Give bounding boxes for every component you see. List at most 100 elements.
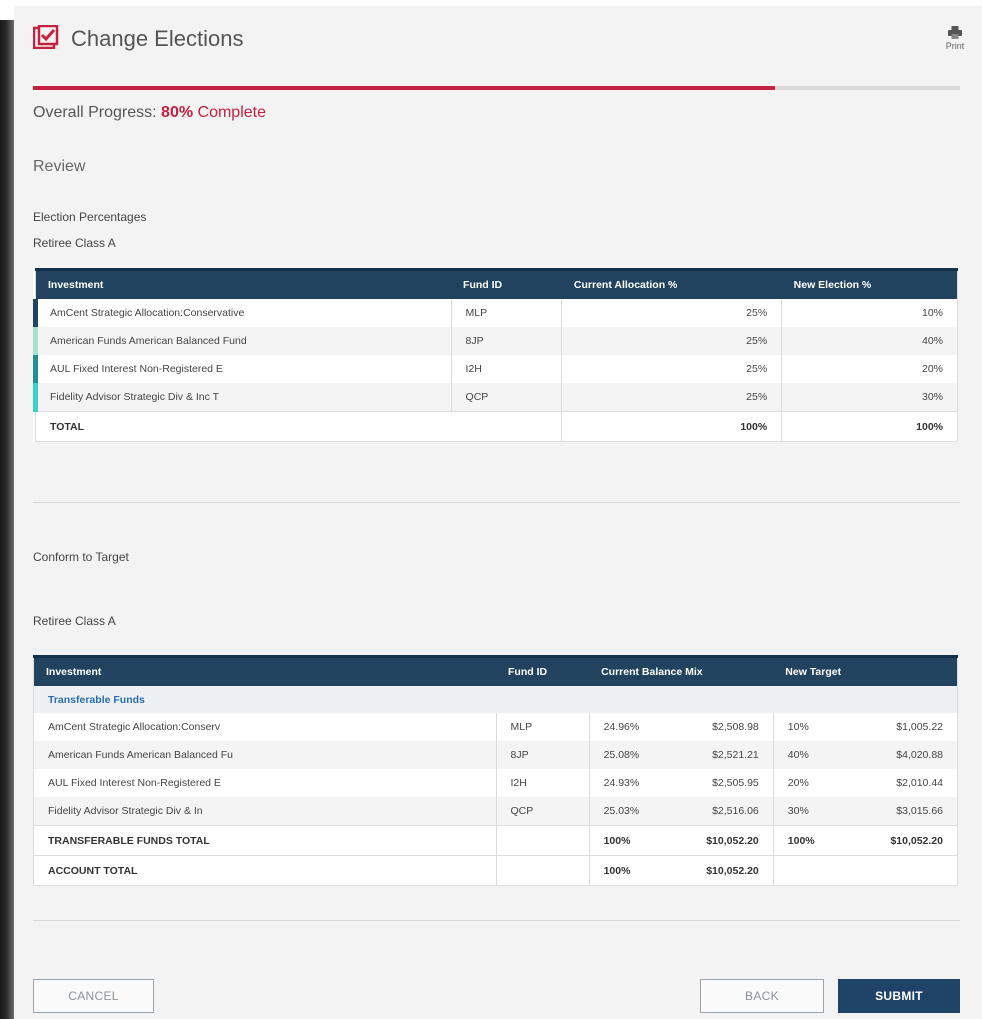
account-total-row: ACCOUNT TOTAL 100% $10,052.20	[33, 855, 959, 886]
cell-cur-amt: $2,508.98	[712, 721, 759, 733]
overall-progress-percent: 80%	[161, 104, 194, 121]
account-total-current: 100% $10,052.20	[589, 855, 774, 886]
account-total-label: ACCOUNT TOTAL	[33, 855, 497, 886]
col-current-balance-mix: Current Balance Mix	[589, 655, 774, 686]
table-row: American Funds American Balanced Fund 8JP…	[33, 327, 958, 355]
back-button[interactable]: BACK	[700, 979, 824, 1013]
col-new-election: New Election %	[781, 268, 958, 299]
page-header: Change Elections	[32, 22, 244, 56]
cell-investment: AUL Fixed Interest Non-Registered E	[33, 355, 452, 383]
transferable-total-new: 100% $10,052.20	[773, 825, 959, 856]
transferable-funds-subheader: Transferable Funds	[33, 686, 958, 713]
conform-target-table: Investment Fund ID Current Balance Mix N…	[33, 655, 959, 886]
cell-fund-id: MLP	[451, 299, 563, 327]
transferable-total-row: TRANSFERABLE FUNDS TOTAL 100% $10,052.20 …	[33, 825, 959, 856]
print-button[interactable]: Print	[940, 26, 970, 51]
transferable-total-cur-amt: $10,052.20	[706, 834, 759, 847]
table-row: American Funds American Balanced Fu 8JP 25…	[33, 741, 959, 769]
total-current: 100%	[561, 411, 783, 442]
transferable-total-new-pct: 100%	[787, 834, 815, 847]
cell-current-allocation: 25%	[561, 383, 783, 412]
cell-fund-id: 8JP	[451, 327, 563, 355]
overall-progress: Overall Progress: 80% Complete	[33, 104, 266, 122]
cell-new-pct: 30%	[787, 805, 809, 817]
cell-current-allocation: 25%	[561, 327, 783, 355]
table-row: AmCent Strategic Allocation:Conservative…	[33, 299, 958, 327]
cell-new-election: 20%	[781, 355, 958, 383]
col-investment: Investment	[33, 655, 496, 686]
overall-progress-prefix: Overall Progress:	[33, 104, 162, 121]
account-total-cur-amt: $10,052.20	[706, 864, 759, 877]
cell-investment: American Funds American Balanced Fund	[33, 327, 452, 355]
cell-new-target: 20% $2,010.44	[773, 769, 959, 797]
table-row: AUL Fixed Interest Non-Registered E I2H 25…	[33, 355, 958, 383]
cell-new-pct: 10%	[787, 721, 809, 733]
cell-new-target: 10% $1,005.22	[773, 713, 959, 741]
cell-investment: Fidelity Advisor Strategic Div & Inc T	[33, 383, 452, 412]
election-percentages-table: Investment Fund ID Current Allocation % …	[33, 268, 958, 442]
cell-new-election: 30%	[781, 383, 958, 412]
section-divider	[33, 920, 960, 921]
table-row: Fidelity Advisor Strategic Div & In QCP 25…	[33, 797, 959, 826]
cell-investment: Fidelity Advisor Strategic Div & In	[33, 797, 497, 826]
cell-current-allocation: 25%	[561, 299, 783, 327]
progress-bar	[33, 86, 960, 90]
total-label: TOTAL	[35, 411, 563, 442]
cell-cur-pct: 24.96%	[603, 721, 640, 733]
page-title: Change Elections	[71, 26, 244, 51]
cell-current-balance-mix: 25.08% $2,521.21	[589, 741, 774, 769]
cell-new-target: 40% $4,020.88	[773, 741, 959, 769]
transferable-total-label: TRANSFERABLE FUNDS TOTAL	[33, 825, 497, 856]
cell-fund-id: I2H	[496, 769, 590, 797]
cell-current-balance-mix: 25.03% $2,516.06	[589, 797, 774, 826]
cell-new-election: 40%	[781, 327, 958, 355]
printer-icon	[948, 26, 962, 39]
table-row: AUL Fixed Interest Non-Registered E I2H 24…	[33, 769, 959, 797]
table-header-row: Investment Fund ID Current Balance Mix N…	[33, 655, 958, 686]
cell-current-balance-mix: 24.96% $2,508.98	[589, 713, 774, 741]
cancel-button[interactable]: CANCEL	[33, 979, 154, 1013]
cell-new-amt: $3,015.66	[896, 805, 943, 817]
table-row: Fidelity Advisor Strategic Div & Inc T QC…	[33, 383, 958, 412]
review-class-label: Retiree Class A	[33, 236, 116, 250]
cell-current-balance-mix: 24.93% $2,505.95	[589, 769, 774, 797]
cell-new-target: 30% $3,015.66	[773, 797, 959, 826]
col-fund-id: Fund ID	[496, 655, 590, 686]
checkbox-edit-icon	[32, 24, 59, 54]
cell-cur-amt: $2,516.06	[712, 805, 759, 817]
cell-fund-id: I2H	[451, 355, 563, 383]
overall-progress-suffix: Complete	[193, 104, 266, 121]
cell-new-amt: $1,005.22	[896, 721, 943, 733]
table-row: AmCent Strategic Allocation:Conserv MLP 24…	[33, 713, 959, 741]
cell-new-pct: 20%	[787, 777, 809, 789]
election-percentages-title: Election Percentages	[33, 210, 147, 224]
submit-button[interactable]: SUBMIT	[838, 979, 960, 1013]
cell-new-election: 10%	[781, 299, 958, 327]
progress-fill	[33, 86, 775, 90]
total-row: TOTAL 100% 100%	[35, 411, 958, 442]
total-new: 100%	[781, 411, 958, 442]
cell-cur-amt: $2,505.95	[712, 777, 759, 789]
transferable-total-current: 100% $10,052.20	[589, 825, 774, 856]
cell-cur-pct: 25.03%	[603, 805, 640, 817]
section-divider	[33, 502, 960, 503]
transferable-total-fund	[496, 825, 590, 856]
cell-fund-id: QCP	[496, 797, 590, 826]
transferable-total-cur-pct: 100%	[603, 834, 631, 847]
cell-cur-pct: 24.93%	[603, 777, 640, 789]
col-new-target: New Target	[773, 655, 958, 686]
review-title: Review	[33, 158, 86, 175]
cell-fund-id: QCP	[451, 383, 563, 412]
cell-current-allocation: 25%	[561, 355, 783, 383]
account-total-new	[773, 855, 959, 886]
cell-cur-amt: $2,521.21	[712, 749, 759, 761]
col-current-allocation: Current Allocation %	[561, 268, 782, 299]
cell-fund-id: 8JP	[496, 741, 590, 769]
account-total-cur-pct: 100%	[603, 864, 631, 877]
cell-investment: AUL Fixed Interest Non-Registered E	[33, 769, 497, 797]
cell-cur-pct: 25.08%	[603, 749, 640, 761]
conform-title: Conform to Target	[33, 550, 129, 564]
cell-new-amt: $2,010.44	[896, 777, 943, 789]
cell-investment: AmCent Strategic Allocation:Conserv	[33, 713, 497, 741]
cell-investment: American Funds American Balanced Fu	[33, 741, 497, 769]
